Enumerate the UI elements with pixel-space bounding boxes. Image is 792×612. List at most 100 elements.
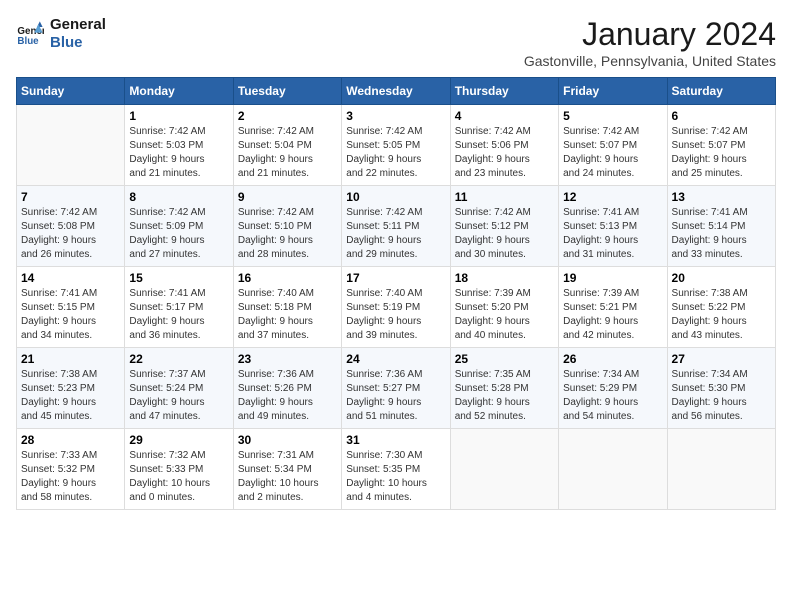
calendar-cell: 17Sunrise: 7:40 AMSunset: 5:19 PMDayligh… [342, 267, 450, 348]
day-info: Sunrise: 7:41 AMSunset: 5:15 PMDaylight:… [21, 287, 120, 343]
col-header-sunday: Sunday [17, 78, 125, 105]
calendar-cell: 20 Sunrise: 7:38 AMSunset: 5:22 PMDayligh… [667, 267, 775, 348]
col-header-saturday: Saturday [667, 78, 775, 105]
calendar-week-2: 7Sunrise: 7:42 AMSunset: 5:08 PMDaylight… [17, 186, 776, 267]
calendar-week-3: 14Sunrise: 7:41 AMSunset: 5:15 PMDayligh… [17, 267, 776, 348]
day-number: 1 [129, 109, 228, 123]
day-info: Sunrise: 7:39 AMSunset: 5:20 PMDaylight:… [455, 287, 554, 343]
day-info: Sunrise: 7:41 AMSunset: 5:17 PMDaylight:… [129, 287, 228, 343]
day-number: 11 [455, 190, 554, 204]
day-number: 25 [455, 352, 554, 366]
col-header-wednesday: Wednesday [342, 78, 450, 105]
calendar-cell: 9 Sunrise: 7:42 AMSunset: 5:10 PMDaylight… [233, 186, 341, 267]
day-number: 27 [672, 352, 771, 366]
day-number: 15 [129, 271, 228, 285]
day-info: Sunrise: 7:42 AMSunset: 5:10 PMDaylight:… [238, 206, 337, 262]
day-info: Sunrise: 7:36 AMSunset: 5:26 PMDaylight:… [238, 368, 337, 424]
day-number: 6 [672, 109, 771, 123]
calendar-cell: 29Sunrise: 7:32 AMSunset: 5:33 PMDayligh… [125, 429, 233, 510]
day-info: Sunrise: 7:34 AMSunset: 5:29 PMDaylight:… [563, 368, 662, 424]
calendar-cell: 21 Sunrise: 7:38 AMSunset: 5:23 PMDayligh… [17, 348, 125, 429]
day-info: Sunrise: 7:42 AMSunset: 5:03 PMDaylight:… [129, 125, 228, 181]
day-number: 3 [346, 109, 445, 123]
calendar-cell: 5Sunrise: 7:42 AMSunset: 5:07 PMDaylight… [559, 105, 667, 186]
calendar-cell: 16 Sunrise: 7:40 AMSunset: 5:18 PMDayligh… [233, 267, 341, 348]
calendar-cell: 12 Sunrise: 7:41 AMSunset: 5:13 PMDayligh… [559, 186, 667, 267]
day-info: Sunrise: 7:35 AMSunset: 5:28 PMDaylight:… [455, 368, 554, 424]
day-info: Sunrise: 7:34 AMSunset: 5:30 PMDaylight:… [672, 368, 771, 424]
day-number: 9 [238, 190, 337, 204]
day-info: Sunrise: 7:42 AMSunset: 5:07 PMDaylight:… [563, 125, 662, 181]
calendar-cell [17, 105, 125, 186]
calendar-cell: 23 Sunrise: 7:36 AMSunset: 5:26 PMDayligh… [233, 348, 341, 429]
day-number: 30 [238, 433, 337, 447]
location: Gastonville, Pennsylvania, United States [524, 53, 776, 69]
col-header-monday: Monday [125, 78, 233, 105]
month-title: January 2024 [524, 16, 776, 53]
logo: General Blue General Blue [16, 16, 106, 52]
calendar-cell: 27 Sunrise: 7:34 AMSunset: 5:30 PMDayligh… [667, 348, 775, 429]
calendar-cell: 13Sunrise: 7:41 AMSunset: 5:14 PMDayligh… [667, 186, 775, 267]
day-number: 16 [238, 271, 337, 285]
col-header-thursday: Thursday [450, 78, 558, 105]
day-number: 31 [346, 433, 445, 447]
col-header-friday: Friday [559, 78, 667, 105]
day-number: 2 [238, 109, 337, 123]
day-info: Sunrise: 7:38 AMSunset: 5:22 PMDaylight:… [672, 287, 771, 343]
day-info: Sunrise: 7:42 AMSunset: 5:04 PMDaylight:… [238, 125, 337, 181]
day-number: 4 [455, 109, 554, 123]
calendar-cell [450, 429, 558, 510]
calendar-cell: 28 Sunrise: 7:33 AMSunset: 5:32 PMDayligh… [17, 429, 125, 510]
day-info: Sunrise: 7:42 AMSunset: 5:07 PMDaylight:… [672, 125, 771, 181]
day-info: Sunrise: 7:33 AMSunset: 5:32 PMDaylight:… [21, 449, 120, 505]
calendar-cell: 22 Sunrise: 7:37 AMSunset: 5:24 PMDayligh… [125, 348, 233, 429]
day-info: Sunrise: 7:41 AMSunset: 5:13 PMDaylight:… [563, 206, 662, 262]
day-info: Sunrise: 7:42 AMSunset: 5:12 PMDaylight:… [455, 206, 554, 262]
calendar-week-1: 1 Sunrise: 7:42 AMSunset: 5:03 PMDaylight… [17, 105, 776, 186]
calendar-cell: 24Sunrise: 7:36 AMSunset: 5:27 PMDayligh… [342, 348, 450, 429]
day-info: Sunrise: 7:30 AMSunset: 5:35 PMDaylight:… [346, 449, 445, 505]
calendar-week-5: 28 Sunrise: 7:33 AMSunset: 5:32 PMDayligh… [17, 429, 776, 510]
day-number: 28 [21, 433, 120, 447]
title-area: January 2024 Gastonville, Pennsylvania, … [524, 16, 776, 69]
calendar-cell: 8Sunrise: 7:42 AMSunset: 5:09 PMDaylight… [125, 186, 233, 267]
day-number: 20 [672, 271, 771, 285]
calendar-header-row: SundayMondayTuesdayWednesdayThursdayFrid… [17, 78, 776, 105]
day-info: Sunrise: 7:42 AMSunset: 5:05 PMDaylight:… [346, 125, 445, 181]
calendar-table: SundayMondayTuesdayWednesdayThursdayFrid… [16, 77, 776, 510]
calendar-cell: 25 Sunrise: 7:35 AMSunset: 5:28 PMDayligh… [450, 348, 558, 429]
day-info: Sunrise: 7:39 AMSunset: 5:21 PMDaylight:… [563, 287, 662, 343]
logo-icon: General Blue [16, 20, 44, 48]
calendar-cell: 15 Sunrise: 7:41 AMSunset: 5:17 PMDayligh… [125, 267, 233, 348]
calendar-week-4: 21 Sunrise: 7:38 AMSunset: 5:23 PMDayligh… [17, 348, 776, 429]
calendar-cell [667, 429, 775, 510]
calendar-cell: 11 Sunrise: 7:42 AMSunset: 5:12 PMDayligh… [450, 186, 558, 267]
calendar-cell: 18Sunrise: 7:39 AMSunset: 5:20 PMDayligh… [450, 267, 558, 348]
day-number: 19 [563, 271, 662, 285]
day-number: 12 [563, 190, 662, 204]
calendar-cell: 10Sunrise: 7:42 AMSunset: 5:11 PMDayligh… [342, 186, 450, 267]
day-info: Sunrise: 7:31 AMSunset: 5:34 PMDaylight:… [238, 449, 337, 505]
day-number: 10 [346, 190, 445, 204]
day-info: Sunrise: 7:40 AMSunset: 5:19 PMDaylight:… [346, 287, 445, 343]
day-info: Sunrise: 7:38 AMSunset: 5:23 PMDaylight:… [21, 368, 120, 424]
calendar-cell: 2 Sunrise: 7:42 AMSunset: 5:04 PMDaylight… [233, 105, 341, 186]
logo-line2: Blue [50, 34, 106, 52]
calendar-cell: 4Sunrise: 7:42 AMSunset: 5:06 PMDaylight… [450, 105, 558, 186]
day-number: 22 [129, 352, 228, 366]
day-number: 13 [672, 190, 771, 204]
page-header: General Blue General Blue January 2024 G… [16, 16, 776, 69]
day-info: Sunrise: 7:37 AMSunset: 5:24 PMDaylight:… [129, 368, 228, 424]
calendar-cell: 14Sunrise: 7:41 AMSunset: 5:15 PMDayligh… [17, 267, 125, 348]
day-number: 29 [129, 433, 228, 447]
calendar-cell [559, 429, 667, 510]
calendar-cell: 31 Sunrise: 7:30 AMSunset: 5:35 PMDayligh… [342, 429, 450, 510]
calendar-cell: 19 Sunrise: 7:39 AMSunset: 5:21 PMDayligh… [559, 267, 667, 348]
day-info: Sunrise: 7:42 AMSunset: 5:09 PMDaylight:… [129, 206, 228, 262]
calendar-cell: 6 Sunrise: 7:42 AMSunset: 5:07 PMDaylight… [667, 105, 775, 186]
logo-line1: General [50, 16, 106, 34]
day-number: 21 [21, 352, 120, 366]
day-info: Sunrise: 7:40 AMSunset: 5:18 PMDaylight:… [238, 287, 337, 343]
svg-text:Blue: Blue [17, 36, 39, 47]
day-number: 23 [238, 352, 337, 366]
